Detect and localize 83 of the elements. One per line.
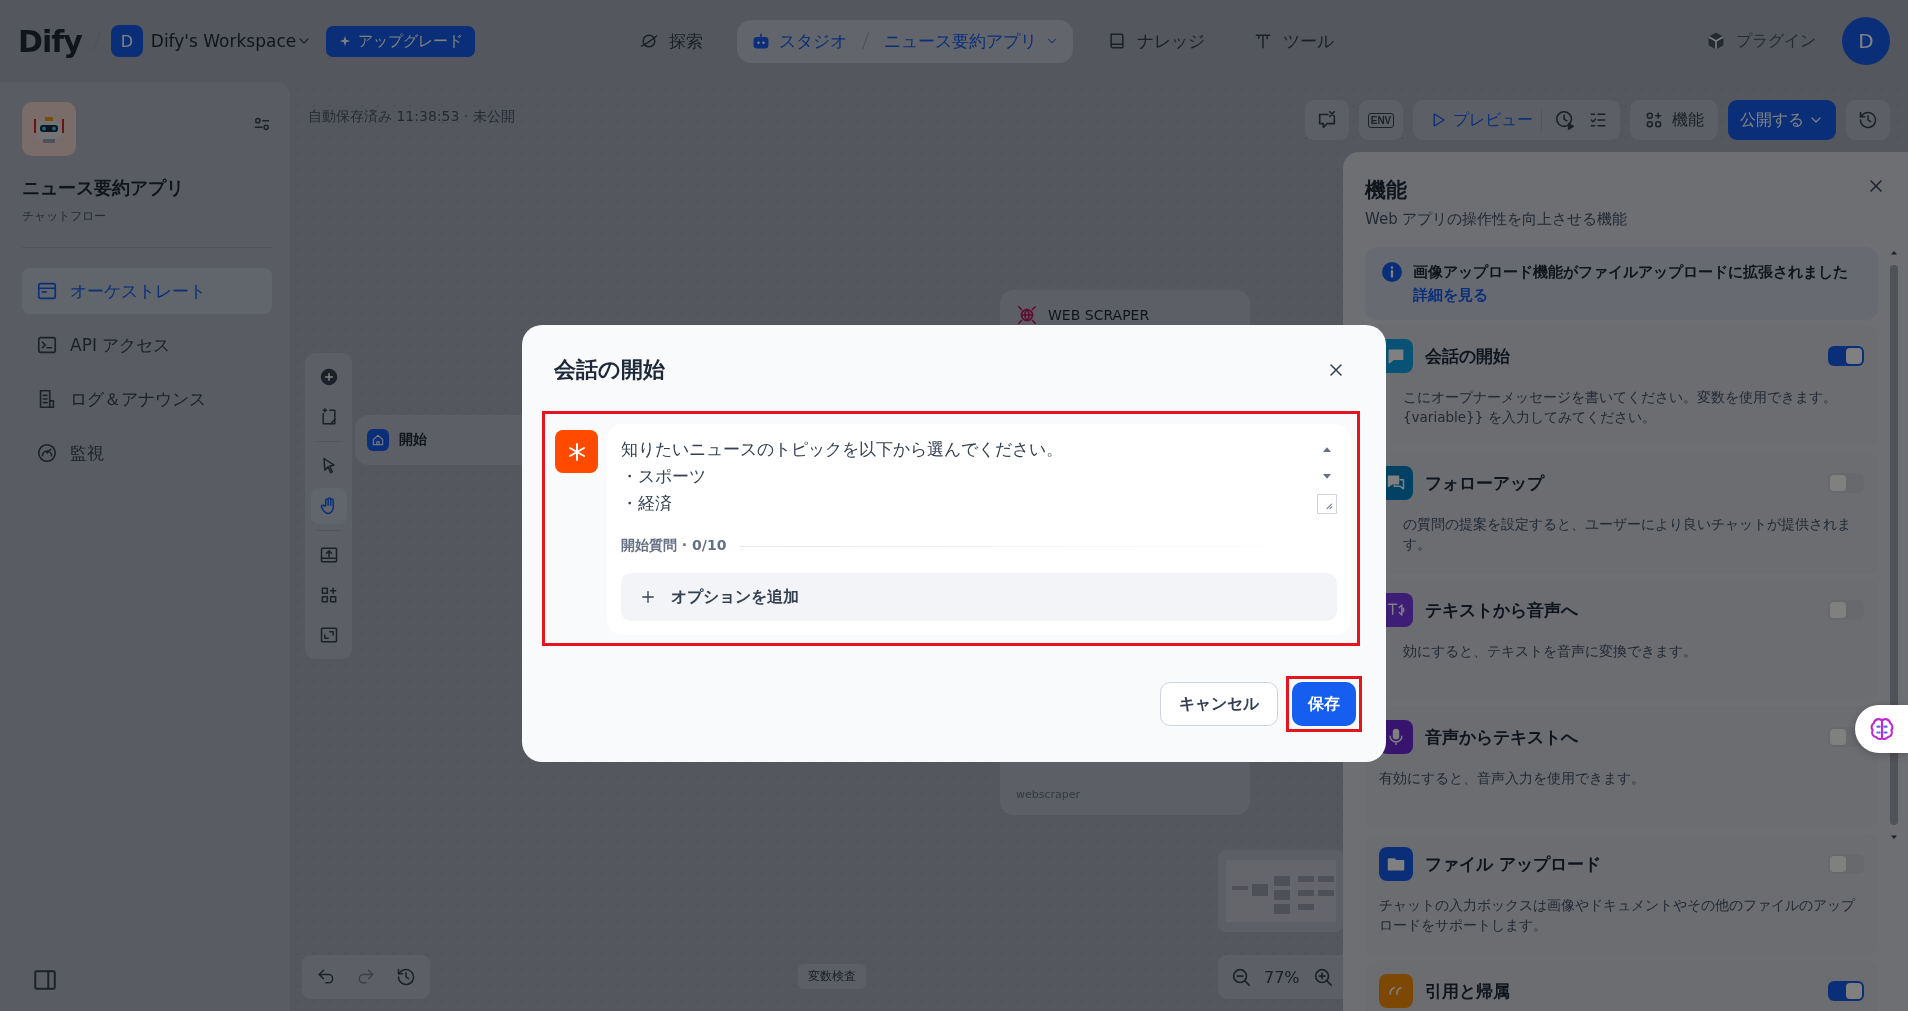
nav-tab[interactable]: ナレッジ (1093, 19, 1220, 63)
history-button[interactable] (1846, 100, 1890, 140)
image-export-icon (318, 545, 339, 565)
cube-icon (1706, 31, 1726, 51)
dialog-title: 会話の開始 (554, 356, 665, 384)
node-title: WEB SCRAPER (1048, 307, 1150, 323)
opener-line: 知りたいニュースのトピックを以下から選んでください。 (621, 438, 1064, 461)
save-button[interactable]: 保存 (1292, 682, 1356, 726)
scrollbar-thumb[interactable] (1890, 265, 1898, 825)
feature-title: 音声からテキストへ (1425, 725, 1579, 749)
window-icon (36, 280, 58, 302)
home-icon (367, 429, 389, 451)
toggle-switch[interactable] (1828, 600, 1864, 620)
node-title: 開始 (399, 431, 427, 449)
opener-line: ・スポーツ (621, 465, 707, 488)
feature-title: ファイル アップロード (1425, 852, 1602, 876)
feature-description: チャットの入力ボックスは画像やドキュメントやその他のファイルのアップロードをサポートします。 (1379, 896, 1857, 936)
zoom-out-icon[interactable] (1230, 966, 1252, 988)
feature-description: 有効にすると、音声入力を使用できます。 (1379, 769, 1646, 788)
shapes-icon (1644, 110, 1664, 130)
add-option-button[interactable]: オプションを追加 (621, 573, 1337, 621)
opener-field[interactable]: 知りたいニュースのトピックを以下から選んでください。 ・スポーツ ・経済 (621, 436, 1309, 517)
zoom-level: 77% (1264, 967, 1300, 987)
publish-button[interactable]: 公開する (1728, 100, 1836, 140)
history-icon (1858, 110, 1878, 130)
toggle-switch[interactable] (1828, 854, 1864, 874)
gauge-icon (36, 442, 58, 464)
maximize-icon (318, 625, 339, 645)
opener-line: ・経済 (621, 492, 673, 515)
env-icon: ENV (1367, 112, 1395, 128)
banner-text: 画像アップロード機能がファイルアップロードに拡張されました 詳細を見る (1413, 262, 1849, 306)
feature-description: の質問の提案を設定すると、ユーザーにより良いチャットが提供されます。 (1403, 515, 1852, 555)
panel-subtitle: Web アプリの操作性を向上させる機能 (1365, 210, 1628, 229)
sidebar-item[interactable]: 監視 (22, 430, 272, 476)
sidebar-item[interactable]: API アクセス (22, 322, 272, 368)
robot-app-icon (22, 102, 76, 156)
plus-icon (639, 588, 657, 606)
globe-icon (1016, 304, 1038, 326)
app-name: ニュース要約アプリ (22, 176, 185, 200)
variable-inspect-button[interactable]: 変数検査 (798, 964, 866, 989)
chat-x-icon (1316, 109, 1338, 131)
panel-toggle-icon[interactable] (32, 967, 58, 993)
feature-title: 会話の開始 (1425, 344, 1511, 368)
redo-icon[interactable] (356, 967, 376, 987)
nav-tab[interactable]: 探索 (625, 19, 718, 63)
checklist-icon[interactable] (1588, 110, 1608, 130)
details-link[interactable]: 詳細を見る (1413, 285, 1488, 304)
history-icon[interactable] (396, 967, 416, 987)
panel-title: 機能 (1365, 177, 1408, 204)
feature-title: テキストから音声へ (1425, 598, 1579, 622)
workspace-selector[interactable]: Dify's Workspace (150, 31, 297, 51)
toggle-switch[interactable] (1828, 473, 1864, 493)
sidebar-item[interactable]: ログ＆アナウンス (22, 376, 272, 422)
add-circle-icon (318, 367, 339, 387)
microphone-icon (1386, 727, 1406, 747)
chat-clear-button[interactable] (1305, 100, 1349, 140)
clock-play-icon[interactable] (1554, 109, 1576, 131)
feature-title: フォローアップ (1425, 471, 1546, 495)
toggle-switch[interactable] (1828, 981, 1864, 1001)
undo-icon[interactable] (316, 967, 336, 987)
feature-description: 効にすると、テキストを音声に変換できます。 (1403, 642, 1698, 661)
nav-tab[interactable]: スタジオ ニュース要約アプリ (737, 19, 1074, 63)
asterisk-icon (555, 430, 598, 473)
feature-description: こにオープナーメッセージを書いてください。変数を使用できます。{variable}} を入力してみてください。 (1403, 388, 1838, 428)
preview-button[interactable]: プレビュー (1425, 109, 1542, 131)
nav-tab[interactable]: ツール (1239, 19, 1349, 63)
tool-button[interactable] (310, 488, 347, 524)
toggle-switch[interactable] (1828, 346, 1864, 366)
user-avatar[interactable]: D (1842, 17, 1890, 65)
workspace-avatar: D (110, 25, 143, 57)
questions-label: 開始質問 · 0/10 (621, 537, 727, 555)
resize-handle[interactable] (1317, 494, 1337, 514)
sidebar-item[interactable]: オーケストレート (22, 268, 272, 314)
assistant-button[interactable] (1855, 705, 1908, 753)
upgrade-button[interactable]: アップグレード (326, 25, 476, 57)
feature-title: 引用と帰属 (1425, 979, 1511, 1003)
features-button[interactable]: 機能 (1630, 100, 1718, 140)
cancel-button[interactable]: キャンセル (1160, 682, 1278, 726)
chat-bubbles-icon (1386, 473, 1406, 493)
env-button[interactable]: ENV (1359, 100, 1403, 140)
info-icon (1381, 261, 1403, 283)
logo: Dify (18, 23, 82, 59)
terminal-icon (36, 334, 58, 356)
